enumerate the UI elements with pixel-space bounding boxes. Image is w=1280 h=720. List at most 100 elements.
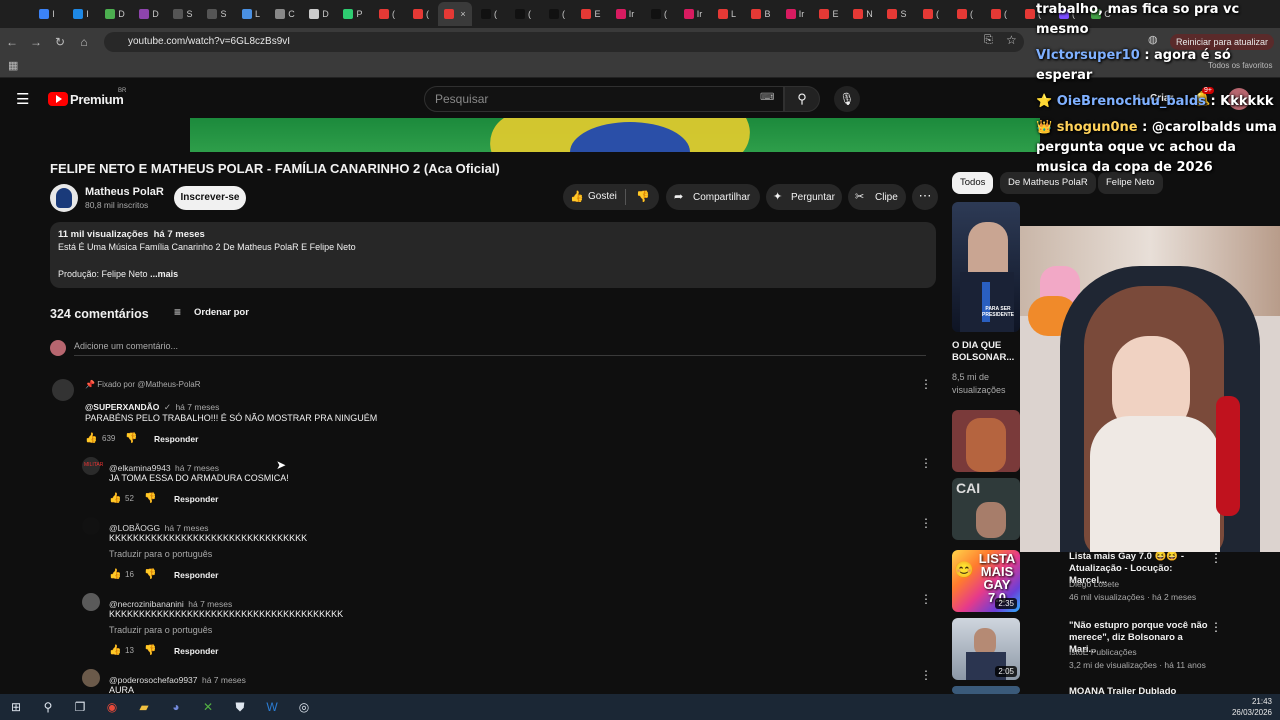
apps-grid-icon[interactable]: ▦ [8,59,18,72]
more-actions-button[interactable]: ⋯ [912,184,938,210]
translate-link[interactable]: Traduzir para o português [109,549,212,559]
browser-tab[interactable]: D [302,2,336,26]
dislike-icon[interactable]: 👎 [636,190,650,203]
comment-dislike-icon[interactable]: 👎 [144,493,156,504]
rec-channel[interactable]: IstoÉ Publicações [1069,647,1137,657]
sort-icon[interactable]: ≡ [174,305,181,319]
rec-thumbnail[interactable]: CAI [952,478,1020,540]
comment-dislike-icon[interactable]: 👎 [144,569,156,580]
comment-author[interactable]: @poderosochefao9937 [109,675,198,685]
browser-tab[interactable]: Ir [778,2,812,26]
logo-text[interactable]: Premium [70,92,124,107]
comment-dislike-icon[interactable]: 👎 [125,433,137,444]
comment-menu-icon[interactable]: ⋮ [920,456,932,470]
reply-button[interactable]: Responder [174,646,218,656]
comment-menu-icon[interactable]: ⋮ [920,516,932,530]
rec-menu-icon[interactable]: ⋮ [1210,551,1222,565]
obs-icon[interactable]: ◎ [288,700,320,714]
comment-author[interactable]: @necrozinibananini [109,599,184,609]
comment-like-icon[interactable]: 👍 [109,645,121,656]
browser-tab[interactable]: E [812,2,846,26]
browser-tab[interactable]: ( [914,2,948,26]
rec-title[interactable]: O DIA QUE BOLSONAR... [952,340,1018,364]
reload-icon[interactable]: ↻ [48,35,72,49]
rec-thumbnail[interactable] [952,410,1020,472]
comment-like-icon[interactable]: 👍 [85,433,97,444]
comment-avatar[interactable] [82,517,100,535]
translate-link[interactable]: Traduzir para o português [109,625,212,635]
keyboard-icon[interactable]: ⌨ [760,92,774,103]
comment-time[interactable]: há 7 meses [202,675,246,685]
browser-tab[interactable]: C [268,2,302,26]
subscribe-button[interactable]: Inscrever-se [174,186,246,210]
browser-tab[interactable]: ( [472,2,506,26]
rec-thumbnail[interactable] [952,686,1020,694]
browser-tab[interactable]: S [880,2,914,26]
search-input[interactable]: Pesquisar [424,86,784,112]
comment-like-icon[interactable]: 👍 [109,493,121,504]
add-comment-input[interactable]: Adicione um comentário... [74,341,178,351]
comment-author[interactable]: @SUPERXANDÃO [85,402,159,412]
rec-menu-icon[interactable]: ⋮ [1210,620,1222,634]
browser-tab[interactable]: ( [370,2,404,26]
rec-thumbnail[interactable]: 2:05 [952,618,1020,680]
channel-name[interactable]: Matheus PolaR [85,186,164,198]
security-icon[interactable]: ⛊ [224,700,256,715]
comment-dislike-icon[interactable]: 👎 [144,645,156,656]
comment-avatar[interactable] [82,669,100,687]
browser-tab[interactable]: ( [506,2,540,26]
comment-time[interactable]: há 7 meses [165,523,209,533]
like-icon[interactable]: 👍 [570,190,584,203]
comment-time[interactable]: há 7 meses [188,599,232,609]
browser-tab[interactable]: I [30,2,64,26]
reply-button[interactable]: Responder [154,434,198,444]
forward-icon[interactable]: → [24,35,48,49]
chrome-icon[interactable]: ◉ [96,700,128,714]
browser-tab[interactable]: D [98,2,132,26]
reply-button[interactable]: Responder [174,570,218,580]
comment-menu-icon[interactable]: ⋮ [920,377,932,391]
comment-avatar[interactable] [82,593,100,611]
video-player[interactable] [190,118,1040,152]
browser-tab[interactable]: S [200,2,234,26]
browser-tab[interactable]: ( [404,2,438,26]
browser-tab[interactable]: Ir [676,2,710,26]
comment-menu-icon[interactable]: ⋮ [920,668,932,682]
rec-thumbnail[interactable]: PARA SER PRESIDENTE [952,202,1020,332]
back-icon[interactable]: ← [0,35,24,49]
comment-time[interactable]: há 7 meses [175,402,219,412]
browser-tab[interactable]: ( [642,2,676,26]
menu-icon[interactable]: ☰ [16,90,29,108]
xbox-icon[interactable]: ✕ [192,700,224,714]
address-bar[interactable]: youtube.com/watch?v=6GL8czBs9vI [104,32,1024,52]
comment-avatar[interactable]: MILITAR [82,457,103,475]
reply-button[interactable]: Responder [174,494,218,504]
sort-button[interactable]: Ordenar por [194,307,249,318]
install-icon[interactable]: ⎘ [984,34,993,47]
youtube-logo-icon[interactable] [48,92,68,106]
system-clock[interactable]: 21:43 26/03/2026 [1232,696,1272,718]
browser-tab[interactable]: L [710,2,744,26]
browser-tab[interactable]: ( [540,2,574,26]
browser-tab[interactable]: D [132,2,166,26]
browser-tab[interactable]: × [438,2,472,26]
voice-search-button[interactable]: 🎙 [834,86,860,112]
browser-tab[interactable]: E [574,2,608,26]
comment-author[interactable]: @LOBÃOGG [109,523,160,533]
comment-menu-icon[interactable]: ⋮ [920,592,932,606]
rec-channel[interactable]: Diego Losete [1069,579,1119,589]
browser-tab[interactable]: ( [982,2,1016,26]
comment-time[interactable]: há 7 meses [175,463,219,473]
search-icon[interactable]: ⚲ [32,700,64,714]
browser-tab[interactable]: P [336,2,370,26]
channel-avatar[interactable] [50,184,78,212]
browser-tab[interactable]: Ir [608,2,642,26]
browser-tab[interactable]: S [166,2,200,26]
comment-avatar[interactable] [52,379,74,401]
home-icon[interactable]: ⌂ [72,35,96,49]
windows-start-icon[interactable]: ⊞ [0,700,32,714]
browser-tab[interactable]: ( [948,2,982,26]
word-icon[interactable]: W [256,700,288,714]
bookmark-star-icon[interactable]: ☆ [1006,33,1017,47]
discord-icon[interactable]: ◕ [160,700,192,714]
